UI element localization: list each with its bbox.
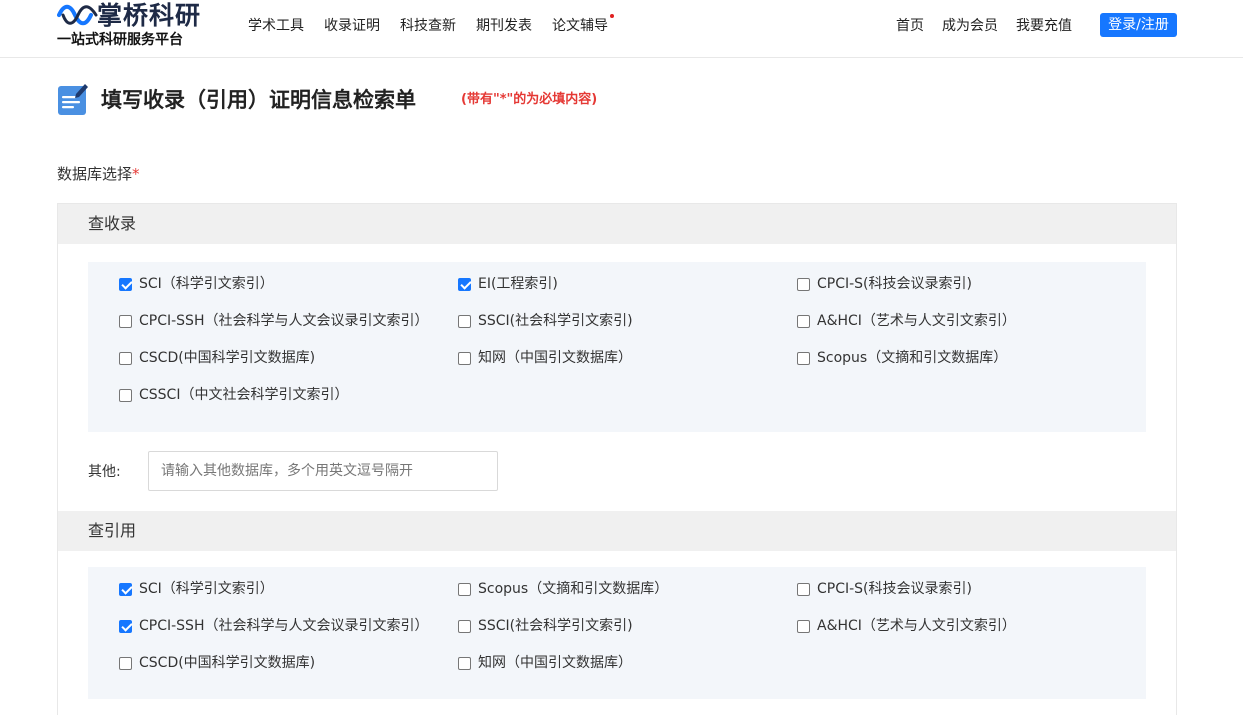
option-label: CPCI-S(科技会议录索引) <box>817 581 972 597</box>
citation-option-cpci-s[interactable]: CPCI-S(科技会议录索引) <box>797 580 972 598</box>
citation-title: 查引用 <box>88 521 137 540</box>
inclusion-option-cssci[interactable]: CSSCI（中文社会科学引文索引） <box>119 386 348 404</box>
option-label: Scopus（文摘和引文数据库） <box>478 581 669 597</box>
checkbox[interactable] <box>797 351 810 365</box>
checkbox[interactable] <box>458 656 471 670</box>
checkbox[interactable] <box>797 314 810 328</box>
checkbox[interactable] <box>119 388 132 402</box>
option-label: CPCI-SSH（社会科学与人文会议录引文索引） <box>139 313 429 329</box>
option-label: CSCD(中国科学引文数据库) <box>139 655 316 671</box>
database-panel: 查收录 SCI（科学引文索引） EI(工程索引) CPCI-S(科技会议录索引)… <box>57 203 1177 715</box>
site-logo[interactable]: 掌桥科研 一站式科研服务平台 <box>57 0 207 52</box>
nav-novelty-search[interactable]: 科技查新 <box>400 17 456 35</box>
required-note: (带有"*"的为必填内容) <box>461 92 598 107</box>
citation-header: 查引用 <box>58 511 1176 551</box>
logo-slogan: 一站式科研服务平台 <box>57 32 183 48</box>
inclusion-header: 查收录 <box>58 204 1176 244</box>
citation-option-sci[interactable]: SCI（科学引文索引） <box>119 580 274 598</box>
option-label: CPCI-SSH（社会科学与人文会议录引文索引） <box>139 618 429 634</box>
option-label: A&HCI（艺术与人文引文索引） <box>817 313 1016 329</box>
logo-name: 掌桥科研 <box>97 1 202 30</box>
option-label: CPCI-S(科技会议录索引) <box>817 276 972 292</box>
option-label: EI(工程索引) <box>478 276 558 292</box>
nav-home[interactable]: 首页 <box>896 17 924 35</box>
option-label: SCI（科学引文索引） <box>139 276 274 292</box>
citation-option-cnki[interactable]: 知网（中国引文数据库） <box>458 654 632 672</box>
nav-journal-publish[interactable]: 期刊发表 <box>476 17 532 35</box>
option-label: 知网（中国引文数据库） <box>478 350 632 366</box>
other-database-input[interactable] <box>148 451 498 491</box>
citation-option-ahci[interactable]: A&HCI（艺术与人文引文索引） <box>797 617 1016 635</box>
new-badge-dot <box>610 14 614 18</box>
citation-option-cpci-ssh[interactable]: CPCI-SSH（社会科学与人文会议录引文索引） <box>119 617 428 635</box>
edit-document-icon <box>58 84 88 115</box>
checkbox[interactable] <box>458 277 471 291</box>
citation-option-cscd[interactable]: CSCD(中国科学引文数据库) <box>119 654 315 672</box>
checkbox[interactable] <box>119 351 132 365</box>
nav-recharge[interactable]: 我要充值 <box>1016 17 1072 35</box>
inclusion-option-cscd[interactable]: CSCD(中国科学引文数据库) <box>119 349 315 367</box>
checkbox[interactable] <box>458 619 471 633</box>
other-label: 其他: <box>88 464 121 480</box>
option-label: A&HCI（艺术与人文引文索引） <box>817 618 1016 634</box>
inclusion-option-sci[interactable]: SCI（科学引文索引） <box>119 275 274 293</box>
option-label: SCI（科学引文索引） <box>139 581 274 597</box>
inclusion-option-ei[interactable]: EI(工程索引) <box>458 275 558 293</box>
option-label: Scopus（文摘和引文数据库） <box>817 350 1008 366</box>
option-label: SSCI(社会科学引文索引) <box>478 618 633 634</box>
inclusion-title: 查收录 <box>88 214 137 233</box>
inclusion-option-cpci-ssh[interactable]: CPCI-SSH（社会科学与人文会议录引文索引） <box>119 312 428 330</box>
option-label: 知网（中国引文数据库） <box>478 655 632 671</box>
checkbox[interactable] <box>458 314 471 328</box>
nav-become-member[interactable]: 成为会员 <box>942 17 998 35</box>
checkbox[interactable] <box>119 314 132 328</box>
checkbox[interactable] <box>458 351 471 365</box>
required-mark: * <box>132 165 140 183</box>
checkbox[interactable] <box>797 619 810 633</box>
citation-option-scopus[interactable]: Scopus（文摘和引文数据库） <box>458 580 668 598</box>
inclusion-option-scopus[interactable]: Scopus（文摘和引文数据库） <box>797 349 1007 367</box>
inclusion-options: SCI（科学引文索引） EI(工程索引) CPCI-S(科技会议录索引) CPC… <box>88 262 1146 432</box>
page-title: 填写收录（引用）证明信息检索单 <box>101 88 416 112</box>
option-label: SSCI(社会科学引文索引) <box>478 313 633 329</box>
checkbox[interactable] <box>119 619 132 633</box>
option-label: CSCD(中国科学引文数据库) <box>139 350 316 366</box>
checkbox[interactable] <box>458 582 471 596</box>
nav-paper-tutoring[interactable]: 论文辅导 <box>552 17 608 35</box>
inclusion-option-ssci[interactable]: SSCI(社会科学引文索引) <box>458 312 633 330</box>
option-label: CSSCI（中文社会科学引文索引） <box>139 387 349 403</box>
database-select-label: 数据库选择* <box>57 165 140 183</box>
inclusion-option-ahci[interactable]: A&HCI（艺术与人文引文索引） <box>797 312 1016 330</box>
citation-option-ssci[interactable]: SSCI(社会科学引文索引) <box>458 617 633 635</box>
login-register-button[interactable]: 登录/注册 <box>1100 13 1177 37</box>
nav-inclusion-proof[interactable]: 收录证明 <box>324 17 380 35</box>
inclusion-option-cpci-s[interactable]: CPCI-S(科技会议录索引) <box>797 275 972 293</box>
checkbox[interactable] <box>119 277 132 291</box>
inclusion-option-cnki[interactable]: 知网（中国引文数据库） <box>458 349 632 367</box>
nav-academic-tools[interactable]: 学术工具 <box>248 17 304 35</box>
citation-options: SCI（科学引文索引） Scopus（文摘和引文数据库） CPCI-S(科技会议… <box>88 567 1146 699</box>
checkbox[interactable] <box>119 582 132 596</box>
checkbox[interactable] <box>797 277 810 291</box>
logo-wave-icon <box>57 4 98 26</box>
checkbox[interactable] <box>119 656 132 670</box>
top-header: 掌桥科研 一站式科研服务平台 学术工具 收录证明 科技查新 期刊发表 论文辅导 … <box>0 0 1243 58</box>
checkbox[interactable] <box>797 582 810 596</box>
